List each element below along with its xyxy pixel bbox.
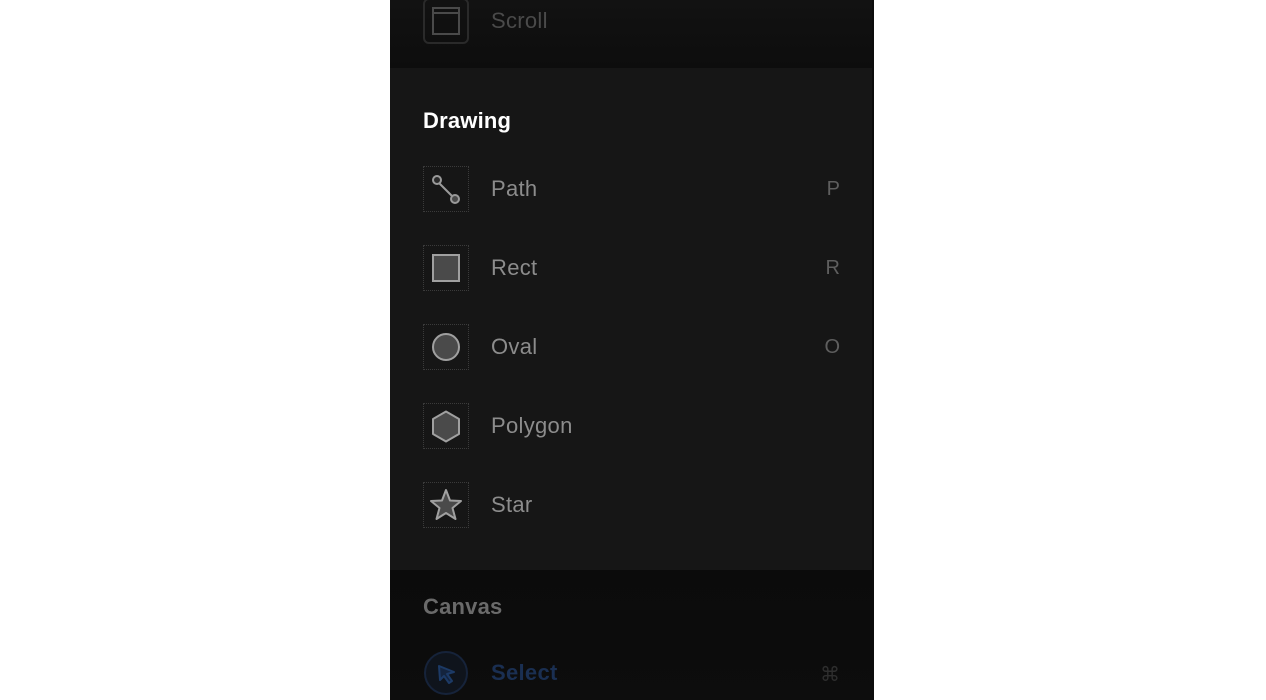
star-icon — [423, 482, 469, 528]
oval-icon — [423, 324, 469, 370]
tool-item-label: Path — [491, 176, 538, 201]
tool-item-star[interactable]: Star — [390, 480, 874, 530]
tool-item-label: Rect — [491, 255, 538, 280]
panel-edge — [872, 0, 874, 700]
polygon-icon — [423, 403, 469, 449]
shortcut-key: O — [824, 336, 840, 358]
tool-item-select[interactable]: Select ⌘ — [390, 648, 874, 698]
tool-item-path[interactable]: Path P — [390, 164, 874, 214]
path-icon — [423, 166, 469, 212]
canvas-section: Canvas Select ⌘ — [390, 570, 874, 700]
tool-item-oval[interactable]: Oval O — [390, 322, 874, 372]
shortcut-key: R — [825, 257, 840, 279]
section-heading-drawing: Drawing — [423, 108, 512, 133]
tool-item-label: Scroll — [491, 8, 548, 33]
tool-item-polygon[interactable]: Polygon — [390, 401, 874, 451]
tool-item-label: Polygon — [491, 413, 573, 438]
shortcut-key: ⌘ — [820, 664, 840, 686]
tool-item-rect[interactable]: Rect R — [390, 243, 874, 293]
tool-item-label: Select — [491, 660, 558, 685]
tool-panel: Scroll Drawing Path P Rect R Oval O Poly… — [390, 0, 874, 700]
tool-item-scroll[interactable]: Scroll — [390, 0, 874, 46]
scroll-frame-icon — [423, 0, 469, 44]
rectangle-icon — [423, 245, 469, 291]
section-heading-canvas: Canvas — [423, 594, 503, 619]
layout-section: Scroll — [390, 0, 874, 68]
tool-item-label: Star — [491, 492, 533, 517]
tool-item-label: Oval — [491, 334, 538, 359]
select-cursor-icon — [423, 650, 469, 696]
shortcut-key: P — [826, 178, 840, 200]
